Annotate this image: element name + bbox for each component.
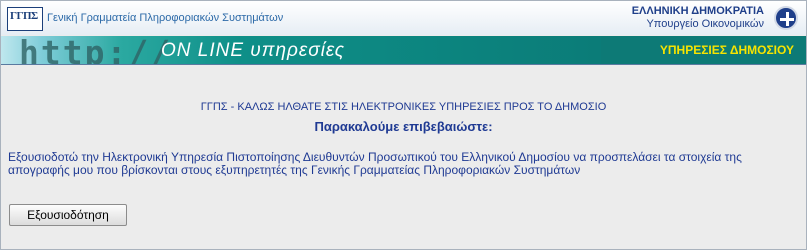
gsis-logo-text: ΓΓΠΣ: [10, 10, 38, 22]
header-divider: [1, 64, 806, 65]
confirm-heading: Παρακαλούμε επιβεβαιώστε:: [314, 119, 493, 134]
banner: http:// ON LINE υπηρεσίες ΥΠΗΡΕΣΙΕΣ ΔΗΜΟ…: [1, 36, 806, 64]
header-bar: ΓΓΠΣ Γενική Γραμματεία Πληροφοριακών Συσ…: [1, 1, 806, 35]
department-label: ΥΠΗΡΕΣΙΕΣ ΔΗΜΟΣΙΟΥ: [659, 43, 794, 57]
department-panel: ΥΠΗΡΕΣΙΕΣ ΔΗΜΟΣΙΟΥ: [601, 36, 806, 64]
gsis-logo: ΓΓΠΣ: [7, 7, 43, 31]
banner-online-text: ON LINE υπηρεσίες: [161, 40, 346, 61]
greek-emblem-icon: [774, 6, 798, 30]
authorization-text: Εξουσιοδοτώ την Ηλεκτρονική Υπηρεσία Πισ…: [8, 150, 742, 177]
government-title: ΕΛΛΗΝΙΚΗ ΔΗΜΟΚΡΑΤΙΑ: [631, 5, 764, 17]
welcome-heading: ΓΓΠΣ - ΚΑΛΩΣ ΗΛΘΑΤΕ ΣΤΙΣ ΗΛΕΚΤΡΟΝΙΚΕΣ ΥΠ…: [200, 101, 607, 113]
ministry-name: Υπουργείο Οικονομικών: [646, 18, 764, 30]
banner-graphic: http:// ON LINE υπηρεσίες: [1, 36, 601, 64]
government-label: ΕΛΛΗΝΙΚΗ ΔΗΜΟΚΡΑΤΙΑ Υπουργείο Οικονομικώ…: [632, 5, 764, 31]
authorize-button[interactable]: Εξουσιοδότηση: [9, 204, 127, 226]
organization-name: Γενική Γραμματεία Πληροφοριακών Συστημάτ…: [47, 12, 284, 24]
banner-http-text: http://: [19, 36, 173, 64]
